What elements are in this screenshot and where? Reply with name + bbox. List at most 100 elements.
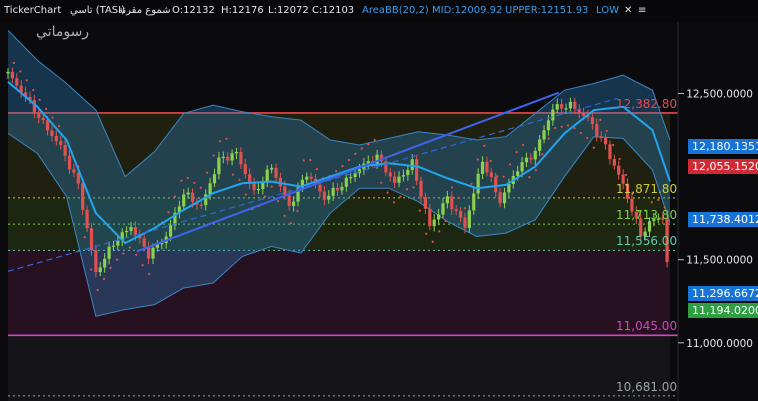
candle-body [318,184,322,192]
psar-dot [373,138,376,142]
psar-dot [341,164,344,168]
psar-dot [315,168,318,171]
candle-body [467,210,471,228]
psar-dot [528,176,531,179]
y-tick-label: 11,500.0000 [686,255,753,267]
candle-body [291,201,296,206]
y-tick-label: 12,500.0000 [686,88,753,100]
candle-body [612,159,616,166]
psar-dot [193,181,196,185]
psar-dot [276,200,280,203]
chart-header-bar: TickerChart تاسي (TASI) شموع مقرنة O:121… [0,0,758,22]
level-label: 11,045.00 [616,319,678,334]
candle-body [274,167,278,178]
psar-dot [218,140,222,143]
psar-dot [650,201,653,204]
psar-dot [508,163,512,166]
psar-dot [566,124,570,127]
candle-body [401,175,406,177]
candle-body [489,172,493,177]
psar-dot [489,159,492,163]
candle-body [6,71,10,74]
candle-body [617,165,621,175]
psar-dot [463,207,467,210]
level-label: 11,556.00 [616,234,678,249]
candle-body [560,104,564,109]
high-value: H:12176 [221,5,264,16]
candle-body [252,183,256,191]
candle-body [353,173,357,178]
low-value: L:12072 [268,5,309,16]
candle-body [208,183,212,195]
chart-type-label[interactable]: شموع مقرنة [118,0,171,22]
candle-body [50,130,54,136]
psar-dot [354,152,357,155]
psar-dot [534,169,537,172]
candle-body [67,155,72,170]
candle-body [226,156,230,161]
psar-dot [25,79,28,82]
candle-body [45,120,50,131]
instrument-name[interactable]: تاسي (TASI) [70,0,125,22]
psar-dot [186,176,189,180]
candle-body [436,214,441,220]
close-value: C:12103 [312,5,355,16]
psar-dot [334,169,338,173]
candle-body [287,195,291,206]
indicator-menu-icon[interactable]: ≡ [638,0,646,22]
psar-dot [405,188,409,191]
candle-body [551,109,555,121]
candle-body [507,184,511,193]
candle-body [41,117,45,121]
psar-dot [173,195,177,198]
candle-body [529,157,533,160]
candle-body [520,162,524,172]
candle-body [428,208,432,227]
candle-body [37,112,41,118]
psar-dot [592,146,595,149]
level-label: 11,713.80 [616,208,678,223]
psar-dot [302,159,305,162]
price-tag-green: 11,194.0200 [688,302,758,318]
candle-body [485,161,489,173]
candle-body [502,192,507,204]
watermark: رسوماتي [36,24,90,40]
y-tick-label: 11,000.0000 [686,338,753,350]
candle-body [239,151,243,165]
psar-dot [141,264,144,267]
psar-dot [360,147,363,150]
candle-body [406,169,410,176]
candle-body [555,104,559,110]
psar-dot [579,131,583,135]
close-indicator-icon[interactable]: ✕ [624,0,632,22]
psar-dot [199,186,202,189]
psar-dot [289,222,293,225]
psar-dot [412,186,415,189]
psar-dot [657,198,660,201]
psar-dot [599,118,602,122]
candle-body [419,180,423,197]
candle-body [432,219,436,227]
candle-body [15,78,19,86]
candle-body [111,245,116,247]
candle-body [221,156,225,159]
candle-body [98,267,102,273]
indicator-name[interactable]: AreaBB(20,2) [362,0,429,22]
psar-dot [457,196,460,199]
psar-dot [128,246,131,249]
psar-dot [605,129,608,133]
psar-dot [483,144,486,147]
candle-body [533,150,537,160]
price-chart[interactable]: 12,500.0000 11,500.0000 11,000.0000 [0,0,758,401]
psar-dot [541,153,544,156]
candle-body [573,101,577,109]
candle-body [103,258,107,268]
candle-body [599,136,603,139]
candle-body [445,196,449,204]
psar-dot [476,158,479,161]
psar-dot [264,195,267,198]
psar-dot [283,214,286,217]
candle-body [270,167,274,170]
candle-body [463,217,467,228]
psar-dot [399,195,402,198]
